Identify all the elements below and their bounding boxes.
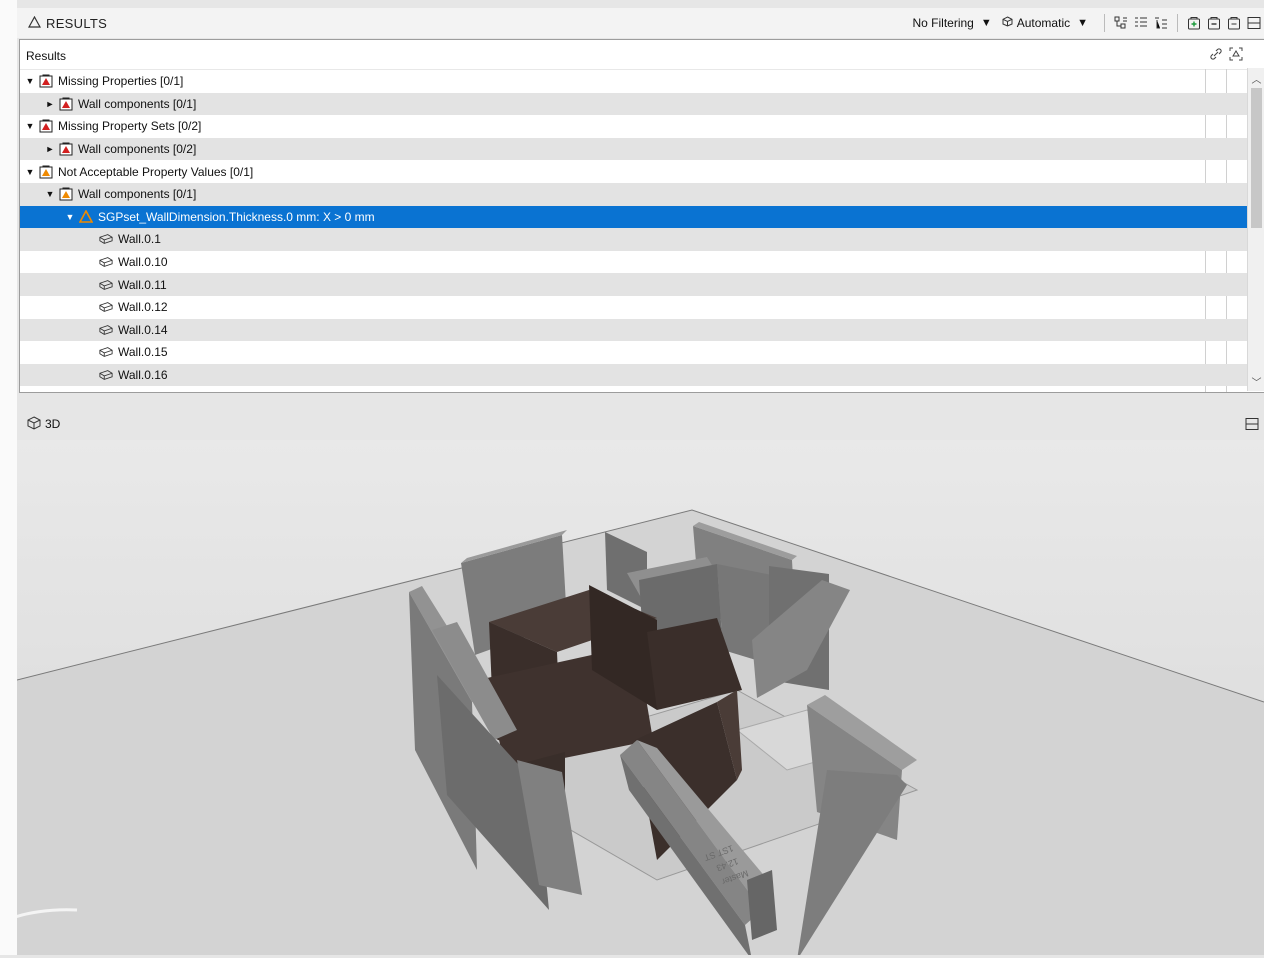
chevron-down-icon[interactable]: ﹀ bbox=[1250, 375, 1263, 387]
view3d-title: 3D bbox=[27, 416, 60, 433]
tree-row[interactable]: ▼ SGPset_WallDimension.Thickness.0 mm: X … bbox=[20, 206, 1248, 229]
collapse-list-icon[interactable] bbox=[1153, 15, 1169, 31]
caret-down-icon: ▼ bbox=[981, 17, 992, 29]
warning-folder-icon bbox=[59, 187, 73, 201]
mode-dropdown-label: Automatic bbox=[1017, 16, 1070, 30]
3d-viewport[interactable]: 1ST ST 12.43 Master bbox=[17, 440, 1264, 955]
expand-triangle-icon[interactable]: ▼ bbox=[25, 76, 35, 86]
tree-row-label: Missing Property Sets [0/2] bbox=[58, 119, 201, 133]
focus-frame-icon[interactable] bbox=[1227, 46, 1245, 62]
tree-row[interactable]: Wall.0.1 bbox=[20, 228, 1248, 251]
view3d-header: 3D bbox=[17, 410, 1264, 438]
expand-triangle-icon[interactable]: ▼ bbox=[45, 189, 55, 199]
tree-row[interactable]: ► Wall components [0/2] bbox=[20, 138, 1248, 161]
tree-row[interactable]: ▼ Not Acceptable Property Values [0/1] bbox=[20, 160, 1248, 183]
tree-row[interactable]: ▼ Wall components [0/1] bbox=[20, 183, 1248, 206]
expand-triangle-icon[interactable]: ▼ bbox=[65, 212, 75, 222]
results-tree: ▼ Missing Properties [0/1] ► Wall component… bbox=[20, 70, 1248, 386]
tree-row[interactable]: Wall.0.15 bbox=[20, 341, 1248, 364]
warning-outline-icon bbox=[28, 16, 41, 31]
tree-row-label: Missing Properties [0/1] bbox=[58, 74, 183, 88]
warning-icon bbox=[79, 210, 93, 224]
view3d-title-label: 3D bbox=[45, 417, 60, 431]
warning-folder-icon bbox=[39, 165, 53, 179]
tree-row[interactable]: Wall.0.12 bbox=[20, 296, 1248, 319]
tree-row-label: Wall.0.16 bbox=[118, 368, 168, 382]
tree-row[interactable]: Wall.0.11 bbox=[20, 273, 1248, 296]
wall-component-icon bbox=[99, 368, 113, 382]
results-column-label: Results bbox=[26, 49, 66, 63]
expand-triangle-icon[interactable]: ▼ bbox=[25, 121, 35, 131]
results-title: RESULTS bbox=[28, 16, 107, 31]
tree-row-label: Wall.0.14 bbox=[118, 323, 168, 337]
error-folder-icon bbox=[39, 74, 53, 88]
tree-row[interactable]: ▼ Missing Property Sets [0/2] bbox=[20, 115, 1248, 138]
wall-component-icon bbox=[99, 345, 113, 359]
toolbar-separator bbox=[1104, 14, 1105, 32]
panel-layout-icon[interactable] bbox=[1244, 416, 1260, 432]
tree-row-label: Wall.0.10 bbox=[118, 255, 168, 269]
window-edge bbox=[0, 0, 17, 955]
expand-list-icon[interactable] bbox=[1133, 15, 1149, 31]
results-scrollbar[interactable]: ︿ ﹀ bbox=[1247, 68, 1264, 391]
panel-layout-icon[interactable] bbox=[1246, 15, 1262, 31]
wall-component-icon bbox=[99, 232, 113, 246]
wall-component-icon bbox=[99, 255, 113, 269]
scrollbar-thumb[interactable] bbox=[1251, 88, 1262, 228]
cube-small-icon bbox=[1002, 16, 1013, 30]
clear-item-icon[interactable] bbox=[1226, 15, 1242, 31]
remove-item-icon[interactable] bbox=[1206, 15, 1222, 31]
results-title-label: RESULTS bbox=[46, 16, 107, 31]
expand-triangle-icon[interactable]: ▼ bbox=[25, 167, 35, 177]
tree-row[interactable]: ► Wall components [0/1] bbox=[20, 93, 1248, 116]
toolbar-separator bbox=[1177, 14, 1178, 32]
add-item-icon[interactable] bbox=[1186, 15, 1202, 31]
filter-dropdown-label: No Filtering bbox=[913, 16, 974, 30]
cube-icon bbox=[27, 416, 41, 433]
collapse-triangle-icon[interactable]: ► bbox=[45, 99, 55, 109]
tree-row-label: Wall components [0/1] bbox=[78, 97, 196, 111]
results-header: RESULTS No Filtering ▼ Automatic ▼ bbox=[17, 8, 1264, 38]
tree-row-label: Not Acceptable Property Values [0/1] bbox=[58, 165, 253, 179]
tree-row-label: Wall.0.15 bbox=[118, 345, 168, 359]
tree-row-label: Wall components [0/2] bbox=[78, 142, 196, 156]
tree-row-label: Wall.0.11 bbox=[118, 278, 167, 292]
tree-row[interactable]: Wall.0.14 bbox=[20, 319, 1248, 342]
tree-row[interactable]: Wall.0.10 bbox=[20, 251, 1248, 274]
mode-dropdown[interactable]: Automatic ▼ bbox=[1002, 16, 1088, 30]
link-icon[interactable] bbox=[1207, 46, 1225, 62]
tree-row[interactable]: ▼ Missing Properties [0/1] bbox=[20, 70, 1248, 93]
wall-component-icon bbox=[99, 300, 113, 314]
error-folder-icon bbox=[59, 97, 73, 111]
chevron-up-icon[interactable]: ︿ bbox=[1250, 72, 1263, 84]
results-column-header: Results bbox=[20, 40, 1264, 70]
3d-model-scene[interactable]: 1ST ST 12.43 Master bbox=[17, 440, 1264, 955]
caret-down-icon: ▼ bbox=[1077, 17, 1088, 29]
tree-row-label: Wall components [0/1] bbox=[78, 187, 196, 201]
results-toolbar: No Filtering ▼ Automatic ▼ bbox=[913, 14, 1264, 32]
results-panel: Results ▼ Missing Properties [0/1] ► Wall c… bbox=[19, 39, 1264, 393]
error-folder-icon bbox=[59, 142, 73, 156]
error-folder-icon bbox=[39, 119, 53, 133]
wall-component-icon bbox=[99, 278, 113, 292]
tree-row-label: SGPset_WallDimension.Thickness.0 mm: X >… bbox=[98, 210, 375, 224]
tree-row-label: Wall.0.12 bbox=[118, 300, 168, 314]
tree-row[interactable]: Wall.0.16 bbox=[20, 364, 1248, 387]
collapse-triangle-icon[interactable]: ► bbox=[45, 144, 55, 154]
tree-row-label: Wall.0.1 bbox=[118, 232, 161, 246]
filter-dropdown[interactable]: No Filtering ▼ bbox=[913, 16, 992, 30]
sort-tree-icon[interactable] bbox=[1113, 15, 1129, 31]
wall-component-icon bbox=[99, 323, 113, 337]
